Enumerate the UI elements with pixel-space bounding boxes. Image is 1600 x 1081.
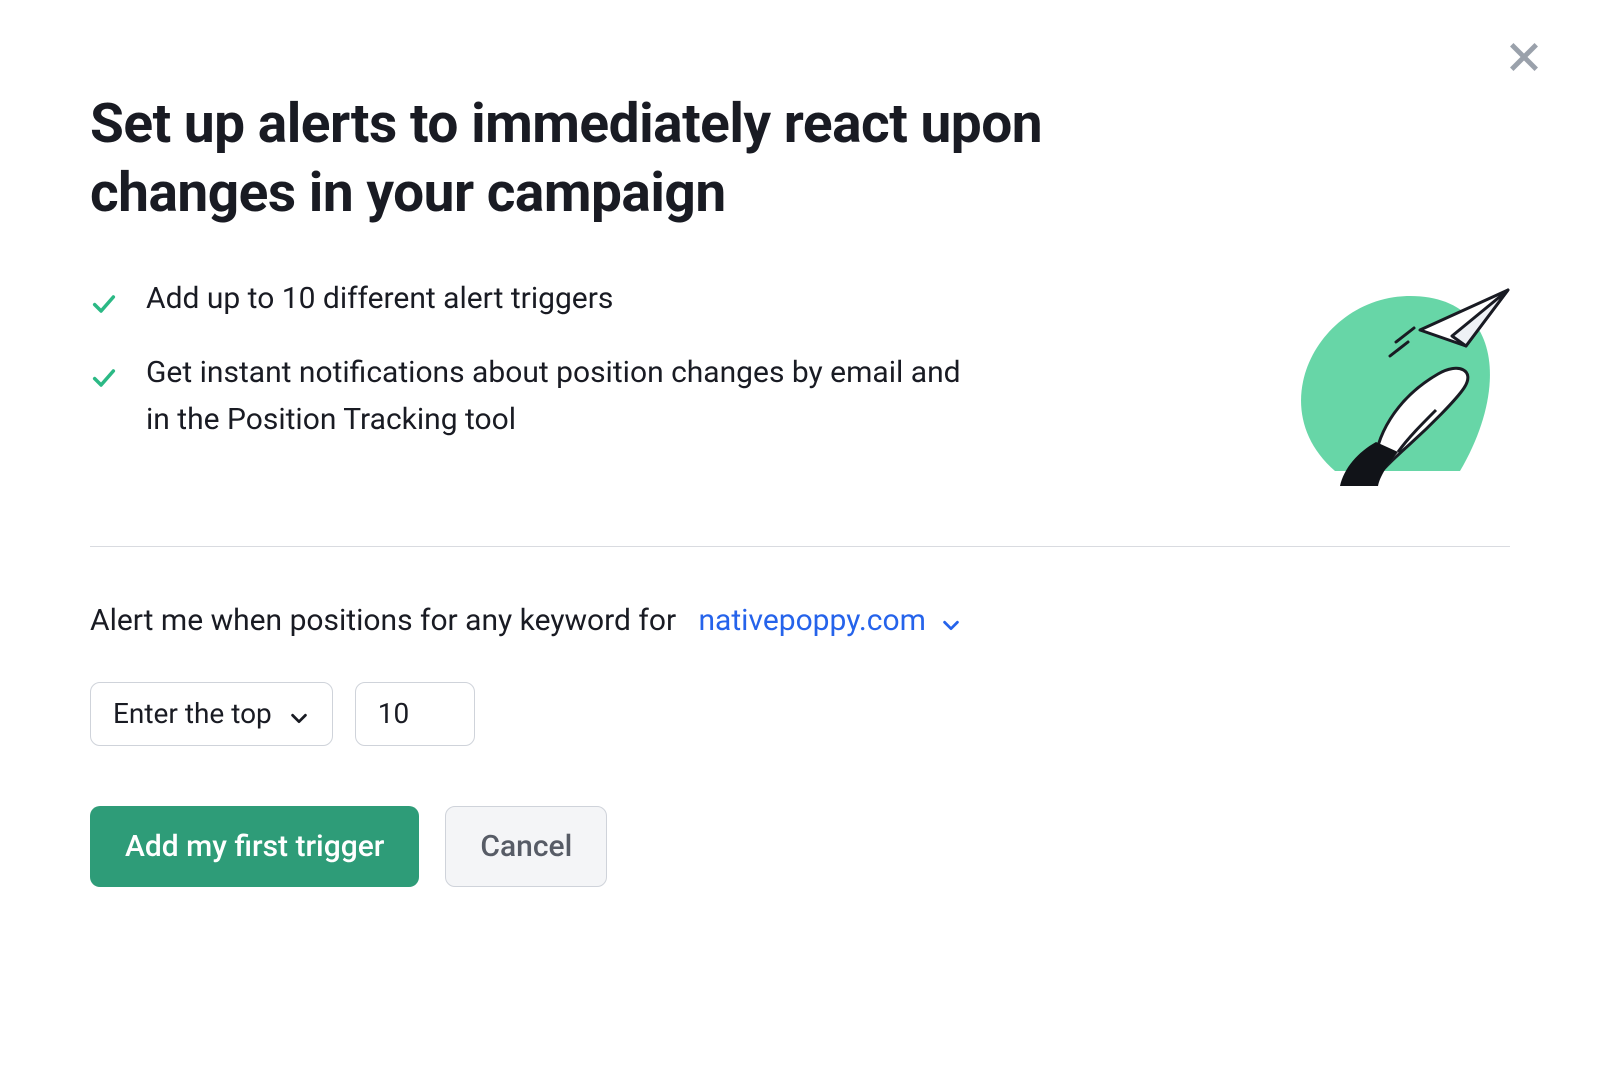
check-icon xyxy=(90,286,118,314)
close-icon xyxy=(1503,36,1545,81)
modal-title: Set up alerts to immediately react upon … xyxy=(90,90,1190,228)
cancel-button[interactable]: Cancel xyxy=(445,806,607,887)
condition-prefix: Alert me when positions for any keyword … xyxy=(90,603,676,638)
alert-condition-text: Alert me when positions for any keyword … xyxy=(90,603,1510,638)
benefit-text: Add up to 10 different alert triggers xyxy=(146,276,613,323)
position-condition-label: Enter the top xyxy=(113,697,272,730)
add-trigger-button[interactable]: Add my first trigger xyxy=(90,806,419,887)
chevron-down-icon xyxy=(288,703,310,725)
benefit-item: Get instant notifications about position… xyxy=(90,350,990,443)
close-button[interactable] xyxy=(1494,28,1554,88)
trigger-controls-row: Enter the top xyxy=(90,682,1510,746)
check-icon xyxy=(90,360,118,388)
button-row: Add my first trigger Cancel xyxy=(90,806,1510,887)
position-condition-select[interactable]: Enter the top xyxy=(90,682,333,746)
paper-plane-illustration xyxy=(1280,276,1510,486)
domain-select[interactable]: nativepoppy.com xyxy=(698,603,961,638)
benefit-text: Get instant notifications about position… xyxy=(146,350,990,443)
benefit-item: Add up to 10 different alert triggers xyxy=(90,276,990,323)
hero-row: Add up to 10 different alert triggers Ge… xyxy=(90,276,1510,486)
chevron-down-icon xyxy=(940,609,962,631)
alerts-setup-modal: Set up alerts to immediately react upon … xyxy=(0,0,1600,1081)
position-threshold-input[interactable] xyxy=(355,682,475,746)
divider xyxy=(90,546,1510,547)
benefits-list: Add up to 10 different alert triggers Ge… xyxy=(90,276,990,472)
domain-select-value: nativepoppy.com xyxy=(698,603,925,638)
